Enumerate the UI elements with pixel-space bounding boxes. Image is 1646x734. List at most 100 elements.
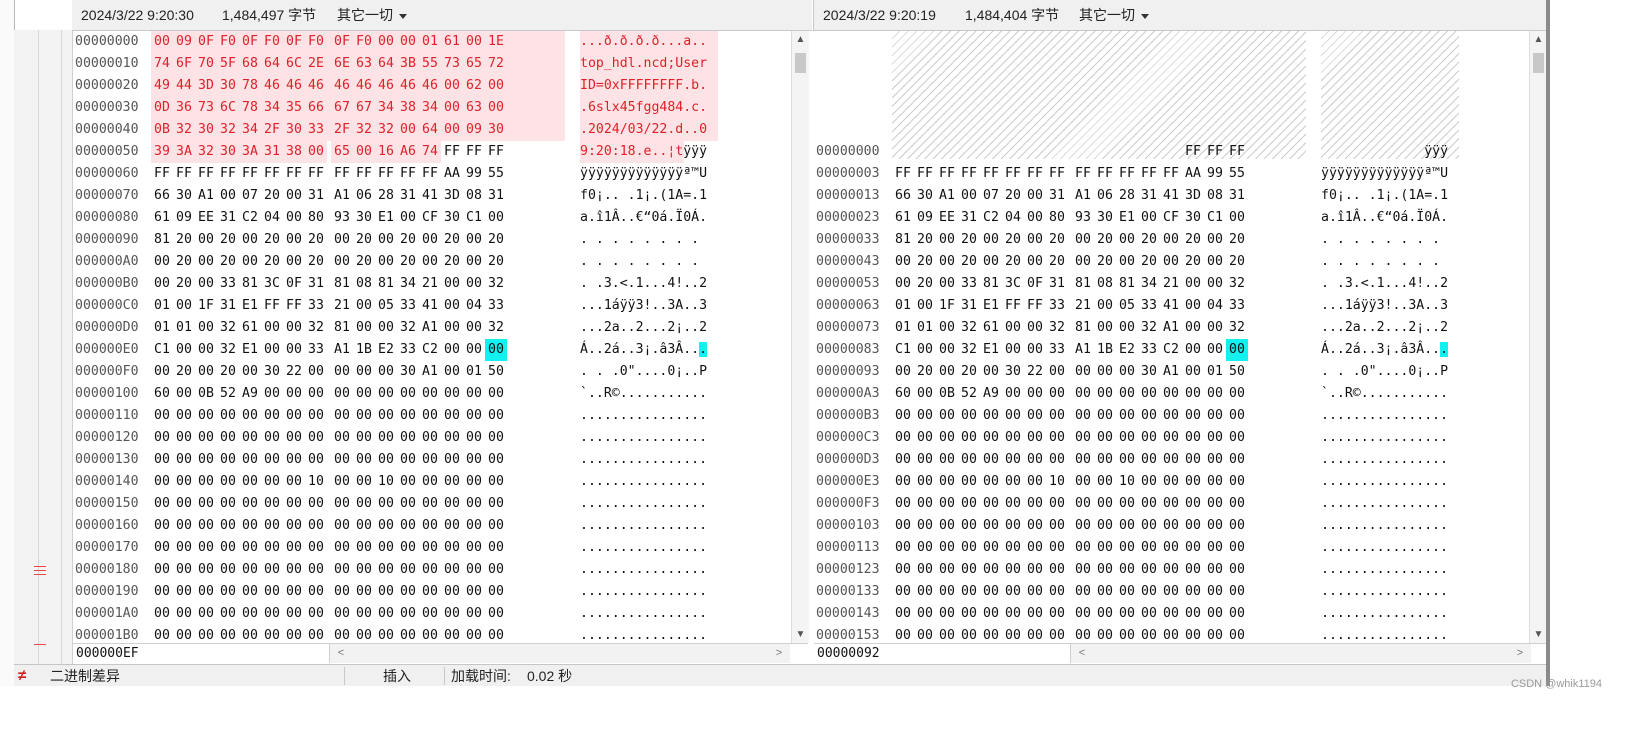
ascii-text[interactable]: f0¡.. .1¡.(1A=.1 — [1321, 185, 1448, 207]
hex-byte[interactable]: 00 — [441, 493, 463, 515]
hex-byte[interactable]: 81 — [151, 229, 173, 251]
hex-byte[interactable]: 64 — [261, 53, 283, 75]
hex-byte[interactable]: 00 — [1116, 449, 1138, 471]
hex-byte[interactable]: 00 — [217, 493, 239, 515]
ascii-text[interactable]: ................ — [1321, 449, 1448, 471]
hex-byte[interactable]: 34 — [1138, 273, 1160, 295]
hex-byte[interactable]: 00 — [463, 625, 485, 643]
hex-byte[interactable]: 0D — [151, 97, 173, 119]
hex-byte[interactable]: A1 — [1160, 361, 1182, 383]
hex-byte[interactable]: 00 — [151, 515, 173, 537]
hex-byte[interactable]: 00 — [1160, 229, 1182, 251]
hex-byte[interactable]: 00 — [261, 317, 283, 339]
hex-byte[interactable]: 00 — [1182, 515, 1204, 537]
scroll-up-icon[interactable]: ▲ — [792, 31, 809, 48]
hex-byte[interactable]: 81 — [1072, 273, 1094, 295]
hex-byte[interactable]: 00 — [892, 251, 914, 273]
hex-byte[interactable]: 00 — [892, 581, 914, 603]
hex-byte[interactable]: 00 — [353, 405, 375, 427]
hex-byte[interactable]: 00 — [958, 493, 980, 515]
hex-byte[interactable]: 00 — [1094, 515, 1116, 537]
hex-byte[interactable]: 00 — [463, 31, 485, 53]
hex-byte[interactable]: 00 — [485, 471, 507, 493]
hex-byte[interactable]: 00 — [892, 625, 914, 643]
hex-byte[interactable]: 00 — [1204, 229, 1226, 251]
hex-byte[interactable]: 00 — [441, 75, 463, 97]
hex-byte[interactable]: 20 — [914, 251, 936, 273]
hex-byte[interactable]: 00 — [1226, 515, 1248, 537]
hex-byte[interactable]: 20 — [914, 273, 936, 295]
hex-byte[interactable]: 0B — [936, 383, 958, 405]
hex-byte[interactable]: 30 — [485, 119, 507, 141]
hex-byte[interactable]: 21 — [1160, 273, 1182, 295]
hex-byte[interactable]: 00 — [419, 427, 441, 449]
hex-byte[interactable]: 00 — [914, 581, 936, 603]
hex-byte[interactable]: 00 — [1024, 625, 1046, 643]
hex-byte[interactable]: 00 — [1094, 449, 1116, 471]
hex-byte[interactable]: 00 — [261, 405, 283, 427]
hex-byte[interactable]: 00 — [195, 317, 217, 339]
hex-byte[interactable]: 00 — [419, 515, 441, 537]
hex-byte[interactable]: 10 — [1046, 471, 1068, 493]
hex-row[interactable]: 000000A3 60 00 0B 52 A9 00 00 00 00 00 00 00 00 00 00 00… — [814, 383, 1529, 405]
hex-byte[interactable]: 00 — [485, 339, 507, 361]
hex-byte[interactable]: 20 — [958, 229, 980, 251]
left-encoding-dropdown[interactable]: 其它一切 — [337, 0, 407, 30]
ascii-text[interactable]: . . . . . . . . — [580, 229, 707, 251]
hex-byte[interactable]: FF — [283, 295, 305, 317]
hex-byte[interactable]: 00 — [1094, 317, 1116, 339]
hex-byte[interactable]: 30 — [217, 141, 239, 163]
hex-byte[interactable]: F0 — [305, 31, 327, 53]
hex-byte[interactable]: 08 — [353, 273, 375, 295]
hex-byte[interactable]: 00 — [1046, 493, 1068, 515]
hex-byte[interactable]: 00 — [1072, 361, 1094, 383]
hex-byte[interactable]: CF — [419, 207, 441, 229]
hex-byte[interactable]: 00 — [1138, 559, 1160, 581]
hex-byte[interactable]: 41 — [1160, 295, 1182, 317]
hex-byte[interactable]: 61 — [239, 317, 261, 339]
hex-byte[interactable]: 00 — [1046, 405, 1068, 427]
hex-byte[interactable]: 00 — [353, 317, 375, 339]
hex-byte[interactable]: 00 — [1002, 537, 1024, 559]
hex-byte[interactable]: 00 — [1094, 581, 1116, 603]
hex-byte[interactable]: 00 — [892, 603, 914, 625]
hex-byte[interactable]: 31 — [261, 141, 283, 163]
hex-byte[interactable]: E1 — [239, 339, 261, 361]
hex-byte[interactable]: 33 — [305, 295, 327, 317]
hex-byte[interactable]: 00 — [1182, 625, 1204, 643]
hex-byte[interactable]: 00 — [353, 427, 375, 449]
hex-byte[interactable]: 00 — [1094, 559, 1116, 581]
hex-byte[interactable]: 00 — [1160, 515, 1182, 537]
hex-byte[interactable]: 00 — [375, 603, 397, 625]
hex-byte[interactable]: 99 — [463, 163, 485, 185]
ascii-text[interactable]: . . .0"....0¡..P — [580, 361, 707, 383]
hex-byte[interactable]: 00 — [1138, 405, 1160, 427]
ascii-text[interactable]: ................ — [580, 515, 707, 537]
hex-byte[interactable]: 33 — [1046, 295, 1068, 317]
hex-byte[interactable]: 00 — [1024, 317, 1046, 339]
hex-byte[interactable]: 00 — [441, 603, 463, 625]
hex-byte[interactable]: 34 — [239, 119, 261, 141]
ascii-text[interactable]: . .3.<.1...4!..2 — [1321, 273, 1448, 295]
hex-byte[interactable]: 00 — [217, 449, 239, 471]
hex-byte[interactable]: 20 — [1094, 251, 1116, 273]
hex-row[interactable]: 000000C3 00 00 00 00 00 00 00 00 00 00 00 00 00 00 00 00… — [814, 427, 1529, 449]
hex-byte[interactable]: 21 — [331, 295, 353, 317]
hex-byte[interactable]: 00 — [1226, 559, 1248, 581]
hex-byte[interactable]: A1 — [331, 339, 353, 361]
ascii-text[interactable]: ................ — [580, 493, 707, 515]
hex-byte[interactable]: 3D — [1182, 185, 1204, 207]
hex-byte[interactable]: 00 — [441, 295, 463, 317]
hex-byte[interactable]: 00 — [463, 581, 485, 603]
hex-byte[interactable]: 68 — [239, 53, 261, 75]
hex-byte[interactable]: 00 — [195, 581, 217, 603]
hex-byte[interactable]: FF — [195, 163, 217, 185]
hex-byte[interactable]: C1 — [1204, 207, 1226, 229]
hex-byte[interactable]: 00 — [151, 31, 173, 53]
hex-byte[interactable]: 00 — [441, 317, 463, 339]
hex-byte[interactable]: 81 — [1116, 273, 1138, 295]
hex-byte[interactable]: 00 — [1116, 427, 1138, 449]
hex-byte[interactable]: 00 — [397, 405, 419, 427]
hex-byte[interactable]: 00 — [217, 537, 239, 559]
hex-byte[interactable]: 30 — [283, 119, 305, 141]
